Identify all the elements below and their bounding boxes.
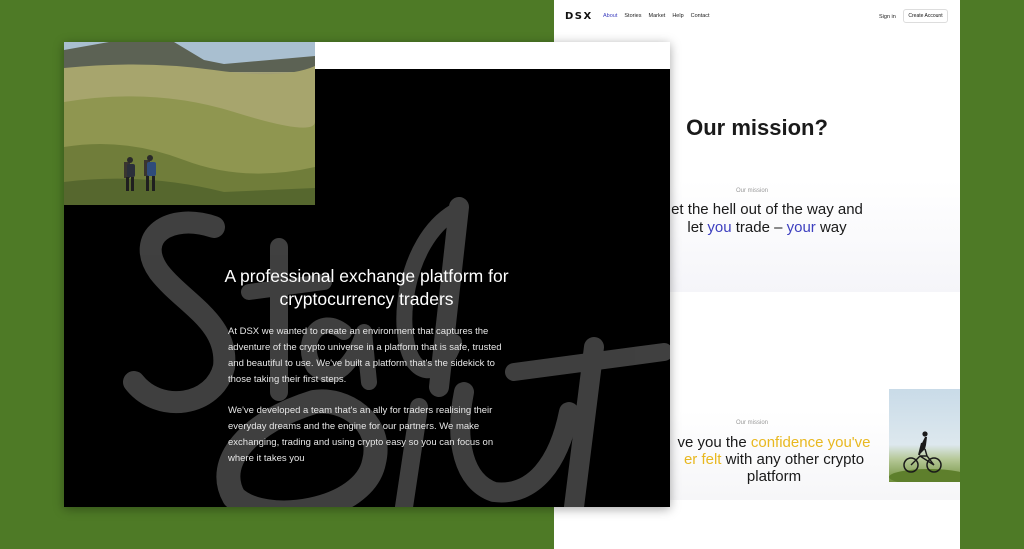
quote-text: et the hell out of the way and (671, 201, 863, 218)
mission-quote-1: et the hell out of the way and let you t… (652, 201, 882, 237)
section-label: Our mission (736, 420, 769, 426)
nav-link-about[interactable]: About (603, 13, 617, 19)
top-nav: DSX About Stories Market Help Contact Si… (554, 0, 960, 32)
mission-quote-2: ve you the confidence you've er felt wit… (639, 434, 909, 485)
quote-highlight: your (786, 219, 816, 236)
card-paragraph-2: We've developed a team that's an ally fo… (228, 405, 494, 464)
section-label: Our mission (736, 188, 769, 194)
quote-highlight: confidence you've (750, 434, 871, 451)
about-card: A professional exchange platform for cry… (64, 42, 670, 507)
nav-link-stories[interactable]: Stories (624, 13, 641, 19)
quote-text: way (815, 219, 847, 236)
quote-highlight: you (707, 219, 732, 236)
sign-in-link[interactable]: Sign in (879, 14, 896, 20)
nav-link-market[interactable]: Market (649, 13, 666, 19)
quote-text: platform (746, 468, 802, 485)
nav-link-help[interactable]: Help (672, 13, 683, 19)
dsx-logo[interactable]: DSX (565, 11, 593, 22)
quote-text: ve you the (677, 434, 751, 451)
nav-link-contact[interactable]: Contact (691, 13, 710, 19)
cyclist-illustration (889, 431, 960, 482)
quote-text: with any other crypto (721, 451, 865, 468)
quote-highlight: er felt (683, 451, 722, 468)
cyclist-photo (889, 389, 960, 482)
card-paragraph-1: At DSX we wanted to create an environmen… (228, 326, 502, 385)
quote-text: let (687, 219, 708, 236)
card-heading: A professional exchange platform for cry… (224, 266, 509, 309)
nav-links: About Stories Market Help Contact (603, 13, 710, 19)
quote-text: trade – (731, 219, 787, 236)
create-account-button[interactable]: Create Account (903, 9, 948, 23)
